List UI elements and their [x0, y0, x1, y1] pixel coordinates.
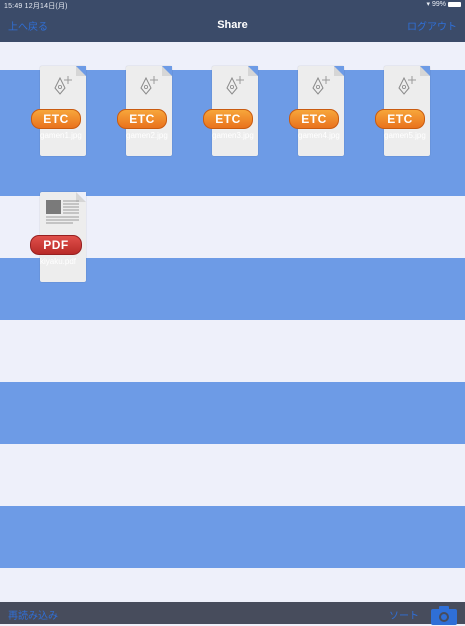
pen-icon [398, 76, 416, 95]
pen-icon [140, 76, 158, 95]
file-grid: ETC gamen1.jpg ETC gamen2.jpg ETC gamen3… [0, 42, 465, 602]
file-name: gamen3.jpg [212, 131, 254, 140]
file-name: kiyaku.pdf [40, 257, 77, 266]
file-item-gamen2[interactable]: ETC gamen2.jpg [114, 66, 184, 184]
status-indicators: ▾ 99% [426, 1, 461, 8]
file-item-gamen4[interactable]: ETC gamen4.jpg [286, 66, 356, 184]
document-preview-icon [46, 200, 79, 224]
file-name: gamen1.jpg [40, 131, 82, 140]
pen-icon [226, 76, 244, 95]
file-item-gamen3[interactable]: ETC gamen3.jpg [200, 66, 270, 184]
logout-button[interactable]: ログアウト [407, 18, 457, 33]
file-type-badge: ETC [375, 109, 425, 129]
file-type-badge: ETC [31, 109, 81, 129]
navigation-bar: 15:49 12月14日(月) ▾ 99% 上へ戻る Share ログアウト [0, 0, 465, 42]
sort-button[interactable]: ソート [389, 607, 419, 622]
file-type-badge: ETC [203, 109, 253, 129]
row-stripe [0, 506, 465, 568]
battery-percent: 99% [431, 1, 446, 8]
row-stripe [0, 568, 465, 602]
bottom-toolbar: 再読み込み ソート [0, 602, 465, 626]
file-type-badge: ETC [117, 109, 167, 129]
page-title: Share [217, 19, 248, 31]
file-name: gamen2.jpg [126, 131, 168, 140]
file-item-kiyaku[interactable]: PDF kiyaku.pdf [28, 192, 98, 310]
row-stripe [0, 320, 465, 382]
battery-icon [448, 2, 461, 7]
row-stripe [0, 382, 465, 444]
file-item-gamen5[interactable]: ETC gamen5.jpg [372, 66, 442, 184]
file-type-badge: ETC [289, 109, 339, 129]
reload-button[interactable]: 再読み込み [8, 607, 58, 622]
file-name: gamen4.jpg [298, 131, 340, 140]
pen-icon [54, 76, 72, 95]
wifi-icon: ▾ [426, 1, 430, 8]
file-name: gamen5.jpg [384, 131, 426, 140]
file-type-badge: PDF [30, 235, 82, 255]
status-time: 15:49 12月14日(月) [4, 3, 68, 10]
file-item-gamen1[interactable]: ETC gamen1.jpg [28, 66, 98, 184]
row-stripe [0, 444, 465, 506]
camera-icon[interactable] [429, 604, 459, 626]
pen-icon [312, 76, 330, 95]
